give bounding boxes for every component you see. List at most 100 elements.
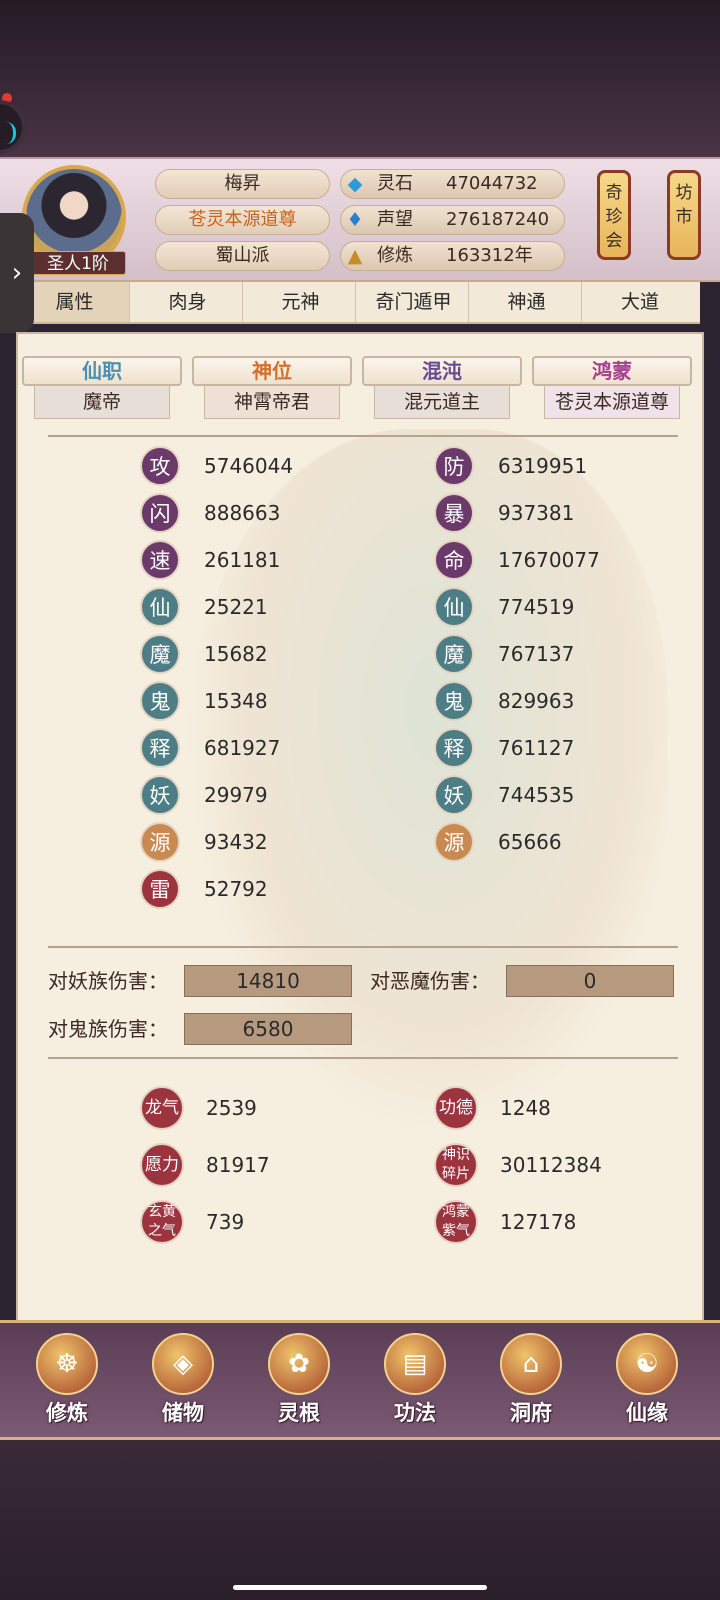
damage-ghost-race-label: 对鬼族伤害：: [48, 1017, 168, 1041]
nav-label: 储物: [162, 1401, 204, 1425]
stat-glyph: 释: [434, 728, 474, 768]
damage-evil-demon-label: 对恶魔伤害：: [370, 969, 490, 993]
nav-label: 修炼: [46, 1401, 88, 1425]
nav-cultivate[interactable]: ☸ 修炼: [22, 1333, 112, 1433]
stat-value: 15682: [204, 642, 268, 666]
bottom-background: [0, 1440, 720, 1600]
resource-prestige: ♦ 声望 276187240: [340, 205, 565, 235]
resource-label: 修炼: [377, 245, 413, 266]
chevron-right-icon: ›: [11, 258, 23, 288]
character-name: 梅昇: [155, 169, 330, 199]
tab-divine-power[interactable]: 神通: [472, 282, 582, 322]
stat-glyph: 魔: [140, 634, 180, 674]
technique-book-icon: ▤: [384, 1333, 446, 1395]
banner-value: 魔帝: [34, 385, 170, 419]
cultivate-icon: ☸: [36, 1333, 98, 1395]
character-header: 圣人1阶 梅昇 苍灵本源道尊 蜀山派 ◆ 灵石 47044732 ♦ 声望 27…: [0, 157, 720, 282]
tab-great-dao[interactable]: 大道: [585, 282, 695, 322]
lantern-market[interactable]: 坊市: [667, 170, 701, 260]
home-indicator[interactable]: [233, 1585, 487, 1590]
stat-value: 6319951: [498, 454, 588, 478]
resource-value: 47044732: [446, 173, 538, 194]
tab-body[interactable]: 肉身: [133, 282, 243, 322]
stat-glyph: 源: [434, 822, 474, 862]
nav-immortal-fate[interactable]: ☯ 仙缘: [602, 1333, 692, 1433]
ring-arc-icon: [6, 122, 16, 144]
stat-glyph: 妖: [140, 775, 180, 815]
resource-label: 声望: [377, 209, 413, 230]
immortal-fate-icon: ☯: [616, 1333, 678, 1395]
banner-chaos: 混沌 混元道主: [362, 356, 522, 422]
nav-technique[interactable]: ▤ 功法: [370, 1333, 460, 1433]
spirit-root-icon: ✿: [268, 1333, 330, 1395]
banner-hongmeng: 鸿蒙 苍灵本源道尊: [532, 356, 692, 422]
stat-glyph: 攻: [140, 446, 180, 486]
banner-immortal-post: 仙职 魔帝: [22, 356, 182, 422]
nav-spirit-root[interactable]: ✿ 灵根: [254, 1333, 344, 1433]
prestige-icon: ♦: [346, 209, 364, 231]
stat-value: 888663: [204, 501, 281, 525]
resource-value: 163312年: [446, 245, 533, 266]
storage-bag-icon: ◈: [152, 1333, 214, 1395]
banner-divine-rank: 神位 神霄帝君: [192, 356, 352, 422]
lantern-treasure-fair[interactable]: 奇珍会: [597, 170, 631, 260]
stat-glyph: 仙: [434, 587, 474, 627]
extra-value: 81917: [206, 1153, 270, 1177]
banner-value: 神霄帝君: [204, 385, 340, 419]
nav-cave-mansion[interactable]: ⌂ 洞府: [486, 1333, 576, 1433]
stat-glyph: 命: [434, 540, 474, 580]
stat-value: 29979: [204, 783, 268, 807]
stat-glyph: 释: [140, 728, 180, 768]
stat-glyph: 闪: [140, 493, 180, 533]
stat-glyph: 速: [140, 540, 180, 580]
character-sect: 蜀山派: [155, 241, 330, 271]
banner-title: 鸿蒙: [532, 356, 692, 386]
stat-glyph: 源: [140, 822, 180, 862]
damage-evil-demon-value: 0: [506, 965, 674, 997]
stat-value: 17670077: [498, 548, 600, 572]
resource-value: 276187240: [446, 209, 550, 230]
stat-value: 767137: [498, 642, 575, 666]
banner-title: 仙职: [22, 356, 182, 386]
side-expand-handle[interactable]: ›: [0, 213, 34, 333]
stat-value: 744535: [498, 783, 575, 807]
bottom-nav: ☸ 修炼 ◈ 储物 ✿ 灵根 ▤ 功法 ⌂ 洞府 ☯ 仙缘: [0, 1320, 720, 1440]
stat-glyph: 仙: [140, 587, 180, 627]
stat-glyph: 妖: [434, 775, 474, 815]
character-title: 苍灵本源道尊: [155, 205, 330, 235]
extra-value: 127178: [500, 1210, 577, 1234]
divider: [48, 1057, 678, 1059]
nav-storage[interactable]: ◈ 储物: [138, 1333, 228, 1433]
stat-glyph: 暴: [434, 493, 474, 533]
stat-value: 52792: [204, 877, 268, 901]
stat-value: 761127: [498, 736, 575, 760]
stat-value: 65666: [498, 830, 562, 854]
divider: [48, 946, 678, 948]
extra-value: 30112384: [500, 1153, 602, 1177]
stat-value: 15348: [204, 689, 268, 713]
stat-value: 93432: [204, 830, 268, 854]
stat-glyph: 雷: [140, 869, 180, 909]
resource-label: 灵石: [377, 173, 413, 194]
extra-value: 1248: [500, 1096, 551, 1120]
stat-value: 829963: [498, 689, 575, 713]
nav-label: 灵根: [278, 1401, 320, 1425]
stat-value: 937381: [498, 501, 575, 525]
stat-glyph: 鬼: [140, 681, 180, 721]
stat-glyph: 魔: [434, 634, 474, 674]
stat-value: 25221: [204, 595, 268, 619]
damage-demon-race-label: 对妖族伤害：: [48, 969, 168, 993]
tab-spirit[interactable]: 元神: [246, 282, 356, 322]
tab-qimen[interactable]: 奇门遁甲: [359, 282, 469, 322]
tab-attributes[interactable]: 属性: [20, 282, 130, 322]
extra-value: 739: [206, 1210, 245, 1234]
damage-demon-race-value: 14810: [184, 965, 352, 997]
stat-value: 261181: [204, 548, 281, 572]
extra-glyph: 愿力: [140, 1143, 184, 1187]
banner-title: 神位: [192, 356, 352, 386]
rank-badge: 圣人1阶: [30, 251, 126, 275]
extra-value: 2539: [206, 1096, 257, 1120]
extra-glyph: 鸿蒙 紫气: [434, 1200, 478, 1244]
extra-glyph: 功德: [434, 1086, 478, 1130]
extra-glyph: 玄黄 之气: [140, 1200, 184, 1244]
